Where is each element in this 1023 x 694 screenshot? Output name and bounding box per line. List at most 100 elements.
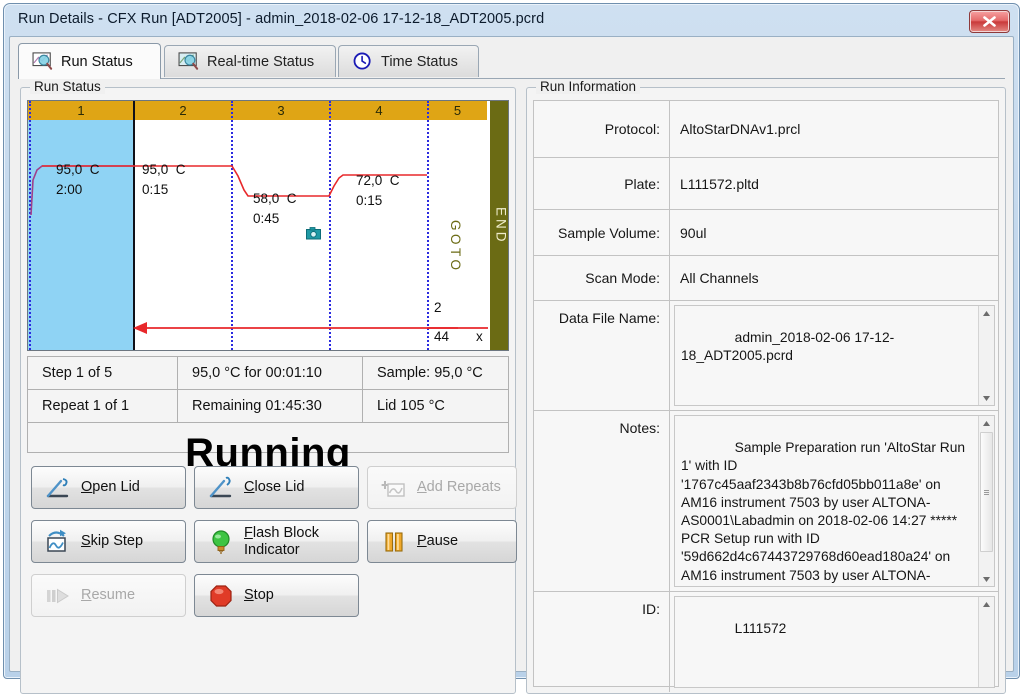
tab-underline bbox=[18, 78, 1005, 79]
tab-real-time-status[interactable]: Real-time Status bbox=[164, 45, 336, 77]
step-3-temp: 58,0 C bbox=[253, 191, 297, 206]
step-header-3: 3 bbox=[232, 101, 330, 120]
notes-value: Sample Preparation run 'AltoStar Run 1' … bbox=[681, 440, 966, 586]
id-value: L111572 bbox=[734, 621, 787, 637]
goto-target: 2 bbox=[434, 300, 442, 315]
plate-label: Plate: bbox=[534, 158, 670, 209]
notes-scroll-thumb[interactable] bbox=[980, 432, 993, 552]
run-status-legend: Run Status bbox=[30, 79, 105, 94]
stop-label: Stop bbox=[244, 587, 274, 604]
goto-x: x bbox=[476, 329, 483, 344]
run-information-table: Protocol: AltoStarDNAv1.prcl Plate: L111… bbox=[533, 100, 999, 692]
field-notes: Notes: Sample Preparation run 'AltoStar … bbox=[534, 411, 998, 592]
close-button[interactable] bbox=[969, 10, 1010, 33]
field-id: ID: L111572 bbox=[534, 592, 998, 692]
protocol-chart[interactable]: 1 2 3 4 5 END 95,0 C 2:00 95,0 C 0:15 58… bbox=[27, 100, 509, 351]
pause-button[interactable]: Pause bbox=[367, 520, 517, 563]
step-counter: Step 1 of 5 bbox=[28, 357, 178, 389]
field-protocol: Protocol: AltoStarDNAv1.prcl bbox=[534, 101, 998, 158]
add-repeats-button: Add Repeats bbox=[367, 466, 517, 509]
protocol-value: AltoStarDNAv1.prcl bbox=[680, 121, 801, 137]
close-lid-button[interactable]: Close Lid bbox=[194, 466, 359, 509]
goto-repeats: 44 bbox=[434, 329, 450, 344]
tab-label: Real-time Status bbox=[207, 53, 315, 70]
id-input[interactable]: L111572 bbox=[674, 596, 995, 688]
add-repeats-icon bbox=[381, 480, 405, 497]
skip-step-label: Skip Step bbox=[81, 533, 144, 550]
skip-step-icon bbox=[47, 529, 66, 552]
step-4-temp: 72,0 C bbox=[356, 173, 400, 188]
field-data-file-name: Data File Name: admin_2018-02-06 17-12-1… bbox=[534, 301, 998, 411]
data-file-name-value: admin_2018-02-06 17-12-18_ADT2005.pcrd bbox=[681, 330, 895, 364]
realtime-status-icon bbox=[178, 52, 199, 70]
id-label: ID: bbox=[534, 592, 670, 692]
lid-temperature: Lid 105 °C bbox=[377, 398, 445, 414]
id-scrollbar[interactable] bbox=[978, 597, 994, 687]
skip-step-button[interactable]: Skip Step bbox=[31, 520, 186, 563]
run-information-legend: Run Information bbox=[536, 79, 641, 94]
data-file-name-label: Data File Name: bbox=[534, 301, 670, 410]
sample-temperature: Sample: 95,0 °C bbox=[377, 365, 483, 381]
field-plate: Plate: L111572.pltd bbox=[534, 158, 998, 210]
flash-block-indicator-button[interactable]: Flash Block Indicator bbox=[194, 520, 359, 563]
resume-icon bbox=[47, 588, 69, 603]
stop-button[interactable]: Stop bbox=[194, 574, 359, 617]
step-4-duration: 0:15 bbox=[356, 193, 383, 208]
tab-run-status[interactable]: Run Status bbox=[18, 43, 161, 79]
field-scan-mode: Scan Mode: All Channels bbox=[534, 256, 998, 301]
scroll-down-icon[interactable] bbox=[979, 572, 994, 586]
step-3-duration: 0:45 bbox=[253, 211, 280, 226]
title-bar[interactable]: Run Details - CFX Run [ADT2005] - admin_… bbox=[4, 4, 1019, 36]
window-title: Run Details - CFX Run [ADT2005] - admin_… bbox=[18, 11, 545, 27]
step-header-5: 5 bbox=[428, 101, 487, 120]
data-file-name-input[interactable]: admin_2018-02-06 17-12-18_ADT2005.pcrd bbox=[674, 305, 995, 406]
tab-strip: Run Status Real-time Status Time Status bbox=[18, 43, 1005, 79]
run-status-icon bbox=[32, 52, 53, 70]
tab-label: Run Status bbox=[61, 53, 133, 70]
notes-label: Notes: bbox=[534, 411, 670, 591]
scroll-up-icon[interactable] bbox=[979, 306, 994, 320]
scroll-up-icon[interactable] bbox=[979, 416, 994, 430]
status-row-2: Repeat 1 of 1 Remaining 01:45:30 Lid 105… bbox=[28, 390, 508, 423]
close-lid-label: Close Lid bbox=[244, 479, 305, 496]
tab-time-status[interactable]: Time Status bbox=[338, 45, 479, 77]
stop-icon bbox=[210, 584, 232, 607]
step-header-1: 1 bbox=[28, 101, 134, 120]
notes-scrollbar[interactable] bbox=[978, 416, 994, 586]
data-file-name-scrollbar[interactable] bbox=[978, 306, 994, 405]
repeat-counter: Repeat 1 of 1 bbox=[28, 390, 178, 422]
step-2-temp: 95,0 C bbox=[142, 162, 186, 177]
remaining-time: Remaining 01:45:30 bbox=[178, 390, 363, 422]
step-temperature-time: 95,0 °C for 00:01:10 bbox=[178, 357, 363, 389]
pause-label: Pause bbox=[417, 533, 459, 550]
pause-icon bbox=[385, 531, 403, 552]
open-lid-button[interactable]: Open Lid bbox=[31, 466, 186, 509]
plate-read-camera-icon bbox=[306, 227, 321, 240]
resume-button: Resume bbox=[31, 574, 186, 617]
notes-input[interactable]: Sample Preparation run 'AltoStar Run 1' … bbox=[674, 415, 995, 587]
tab-label: Time Status bbox=[381, 53, 458, 70]
flash-block-indicator-label: Flash Block Indicator bbox=[244, 525, 319, 558]
clock-icon bbox=[353, 52, 371, 70]
step-header-4: 4 bbox=[330, 101, 428, 120]
status-row-1: Step 1 of 5 95,0 °C for 00:01:10 Sample:… bbox=[28, 357, 508, 390]
add-repeats-label: Add Repeats bbox=[417, 479, 501, 496]
open-lid-label: Open Lid bbox=[81, 479, 140, 496]
plate-value: L111572.pltd bbox=[680, 175, 759, 192]
run-status-group: Run Status 1 2 3 4 5 END 95,0 C 2:00 95,… bbox=[20, 79, 517, 694]
sample-volume-value: 90ul bbox=[680, 224, 707, 241]
run-information-group: Run Information Protocol: AltoStarDNAv1.… bbox=[526, 79, 1006, 694]
run-details-window: Run Details - CFX Run [ADT2005] - admin_… bbox=[3, 3, 1020, 694]
step-1-temp: 95,0 C bbox=[56, 162, 100, 177]
scroll-down-icon[interactable] bbox=[979, 391, 994, 405]
temperature-trace bbox=[30, 165, 488, 334]
step-1-duration: 2:00 bbox=[56, 182, 83, 197]
open-lid-icon bbox=[46, 477, 69, 497]
lightbulb-icon bbox=[212, 529, 230, 554]
close-lid-icon bbox=[209, 476, 232, 497]
sample-volume-label: Sample Volume: bbox=[534, 210, 670, 255]
scan-mode-value: All Channels bbox=[680, 270, 759, 286]
field-sample-volume: Sample Volume: 90ul bbox=[534, 210, 998, 256]
close-icon bbox=[983, 16, 996, 27]
scroll-up-icon[interactable] bbox=[979, 597, 994, 611]
